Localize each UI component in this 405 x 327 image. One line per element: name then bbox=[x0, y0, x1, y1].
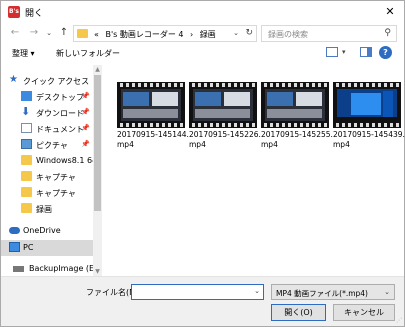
sidebar-item-label: クイック アクセス bbox=[23, 77, 90, 86]
pc-icon bbox=[9, 242, 20, 252]
file-name: 20170915-145144.mp4 bbox=[117, 130, 189, 149]
scroll-down-arrow-icon[interactable]: ▼ bbox=[93, 267, 102, 276]
sidebar-item-recordings[interactable]: 録画 bbox=[1, 201, 93, 217]
document-icon bbox=[21, 123, 32, 133]
sidebar-scrollbar[interactable]: ▲ ▼ bbox=[93, 65, 102, 276]
folder-icon bbox=[21, 187, 32, 197]
filetype-dropdown-icon[interactable]: ⌄ bbox=[384, 288, 390, 296]
filename-field[interactable] bbox=[132, 285, 250, 299]
pictures-icon bbox=[21, 139, 32, 149]
up-arrow-icon[interactable]: ↑ bbox=[57, 26, 71, 40]
file-name: 20170915-145226.mp4 bbox=[189, 130, 261, 149]
filetype-select[interactable]: MP4 動画ファイル(*.mp4) ⌄ bbox=[271, 284, 395, 300]
scroll-up-arrow-icon[interactable]: ▲ bbox=[93, 65, 102, 74]
video-thumbnail bbox=[117, 82, 185, 128]
help-icon[interactable]: ? bbox=[379, 46, 392, 59]
pin-icon[interactable]: 📌 bbox=[81, 124, 90, 132]
window-title: 開く bbox=[25, 9, 44, 19]
breadcrumb-item-recordings[interactable]: 録画 bbox=[200, 30, 216, 39]
filename-dropdown-icon[interactable]: ⌄ bbox=[254, 287, 260, 295]
folder-icon bbox=[21, 171, 32, 181]
address-dropdown-icon[interactable]: ⌄ bbox=[233, 29, 239, 37]
sidebar-item-label: キャプチャ bbox=[36, 173, 76, 182]
breadcrumb-overflow[interactable]: « bbox=[94, 30, 99, 39]
sidebar-item-documents[interactable]: ドキュメント 📌 bbox=[1, 121, 93, 137]
navigation-pane: ★ クイック アクセス デスクトップ 📌 ⬇ ダウンロード 📌 ドキュメント 📌… bbox=[1, 65, 102, 276]
folder-icon bbox=[21, 203, 32, 213]
back-arrow-icon[interactable]: ← bbox=[8, 26, 22, 40]
file-item[interactable]: 20170915-145255.mp4 bbox=[261, 82, 333, 164]
sidebar-item-label: OneDrive bbox=[23, 226, 61, 235]
sidebar-item-label: BackupImage (E:) bbox=[29, 264, 100, 273]
sidebar-item-capture-2[interactable]: キャプチャ bbox=[1, 185, 93, 201]
search-input[interactable]: 録画の検索 bbox=[268, 29, 308, 40]
drive-icon bbox=[13, 266, 24, 272]
open-button[interactable]: 開く(O) bbox=[271, 304, 326, 321]
address-bar[interactable]: « B's 動画レコーダー 4 › 録画 ⌄ ↻ bbox=[73, 25, 257, 42]
folder-icon bbox=[77, 29, 88, 38]
sidebar-item-capture[interactable]: キャプチャ bbox=[1, 169, 93, 185]
filetype-value: MP4 動画ファイル(*.mp4) bbox=[276, 289, 368, 298]
new-folder-button[interactable]: 新しいフォルダー bbox=[56, 48, 120, 59]
breadcrumb-item-recorder[interactable]: B's 動画レコーダー 4 bbox=[105, 30, 183, 39]
pin-icon[interactable]: 📌 bbox=[81, 140, 90, 148]
resize-grip-icon[interactable]: ⋰ bbox=[396, 317, 402, 324]
organize-button[interactable]: 整理 ▾ bbox=[12, 48, 35, 59]
view-options-icon[interactable] bbox=[326, 47, 338, 57]
video-thumbnail bbox=[333, 82, 401, 128]
app-icon: B's bbox=[8, 6, 20, 18]
search-icon: ⚲ bbox=[384, 28, 391, 38]
breadcrumb-separator[interactable]: › bbox=[190, 30, 193, 39]
open-file-dialog: B's 開く ✕ ← → ⌄ ↑ « B's 動画レコーダー 4 › 録画 ⌄ … bbox=[0, 0, 405, 327]
sidebar-item-backup-drive[interactable]: BackupImage (E:) bbox=[1, 261, 100, 276]
scroll-thumb[interactable] bbox=[94, 75, 101, 211]
sidebar-item-quick-access[interactable]: ★ クイック アクセス bbox=[1, 73, 93, 89]
sidebar-item-pc[interactable]: PC bbox=[1, 240, 93, 256]
recent-locations-dropdown-icon[interactable]: ⌄ bbox=[45, 26, 53, 40]
file-item[interactable]: 20170915-145439.mp4 bbox=[333, 82, 405, 164]
download-icon: ⬇ bbox=[21, 105, 31, 118]
folder-icon bbox=[21, 155, 32, 165]
sidebar-item-label: ダウンロード bbox=[36, 109, 84, 118]
close-button[interactable]: ✕ bbox=[382, 4, 398, 20]
preview-pane-icon[interactable] bbox=[360, 47, 372, 57]
refresh-icon[interactable]: ↻ bbox=[245, 28, 253, 38]
file-name: 20170915-145439.mp4 bbox=[333, 130, 405, 149]
dialog-footer: ファイル名(N): ⌄ MP4 動画ファイル(*.mp4) ⌄ 開く(O) キャ… bbox=[1, 276, 404, 326]
sidebar-item-label: キャプチャ bbox=[36, 189, 76, 198]
breadcrumb: « B's 動画レコーダー 4 › 録画 bbox=[94, 29, 220, 40]
file-item[interactable]: 20170915-145144.mp4 bbox=[117, 82, 189, 164]
video-thumbnail bbox=[189, 82, 257, 128]
file-list: 20170915-145144.mp4 20170915-145226.mp4 … bbox=[105, 65, 405, 276]
sidebar-item-desktop[interactable]: デスクトップ 📌 bbox=[1, 89, 93, 105]
filename-combobox[interactable]: ⌄ bbox=[131, 284, 264, 300]
sidebar-item-onedrive[interactable]: OneDrive bbox=[1, 223, 93, 239]
search-box[interactable]: 録画の検索 ⚲ bbox=[261, 25, 397, 42]
desktop-icon bbox=[21, 91, 32, 101]
sidebar-item-windows81[interactable]: Windows8.1 64b bbox=[1, 153, 102, 169]
sidebar-item-pictures[interactable]: ピクチャ 📌 bbox=[1, 137, 93, 153]
star-icon: ★ bbox=[9, 74, 18, 85]
pin-icon[interactable]: 📌 bbox=[81, 92, 90, 100]
forward-arrow-icon[interactable]: → bbox=[27, 26, 41, 40]
sidebar-item-label: ドキュメント bbox=[36, 125, 84, 134]
cloud-icon bbox=[9, 227, 20, 234]
sidebar-item-downloads[interactable]: ⬇ ダウンロード 📌 bbox=[1, 105, 93, 121]
command-bar: 整理 ▾ 新しいフォルダー ▾ ? bbox=[1, 45, 404, 63]
sidebar-item-label: デスクトップ bbox=[36, 93, 84, 102]
file-item[interactable]: 20170915-145226.mp4 bbox=[189, 82, 261, 164]
view-dropdown-icon[interactable]: ▾ bbox=[342, 48, 346, 56]
sidebar-item-label: ピクチャ bbox=[36, 141, 68, 150]
pin-icon[interactable]: 📌 bbox=[81, 108, 90, 116]
video-thumbnail bbox=[261, 82, 329, 128]
cancel-button[interactable]: キャンセル bbox=[333, 304, 395, 321]
sidebar-item-label: 録画 bbox=[36, 205, 52, 214]
title-bar: B's 開く ✕ bbox=[1, 1, 404, 23]
navigation-bar: ← → ⌄ ↑ « B's 動画レコーダー 4 › 録画 ⌄ ↻ 録画の検索 ⚲ bbox=[1, 23, 404, 45]
file-name: 20170915-145255.mp4 bbox=[261, 130, 333, 149]
sidebar-item-label: PC bbox=[23, 243, 34, 252]
